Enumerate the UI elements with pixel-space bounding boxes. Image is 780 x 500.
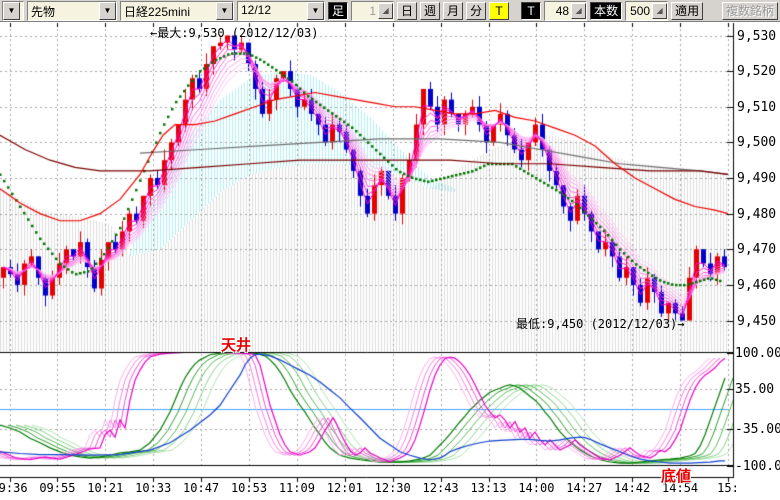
leftmost-combo-stub[interactable]: ▼: [2, 1, 24, 21]
time-axis-label: 15:: [706, 481, 750, 495]
time-axis-label: 12:01: [323, 481, 367, 495]
contract-month-select[interactable]: 12/12 ▼: [237, 1, 325, 21]
bar-count-value: 500: [626, 4, 652, 18]
time-axis-label: 14:00: [514, 481, 558, 495]
oscillator-axis-label: 35.00: [735, 382, 774, 397]
price-axis-label: 9,470: [737, 242, 776, 257]
chart-window: ▼ 先物 ▼ 日経225mini ▼ 12/12 ▼ 足 1 ◢ 日 週 月 分…: [0, 0, 780, 500]
bottom-annotation: 底値: [661, 465, 691, 486]
price-axis-label: 9,490: [737, 171, 776, 186]
price-axis-label: 9,450: [737, 314, 776, 329]
price-axis-label: 9,530: [737, 29, 776, 44]
time-axis-label: 12:30: [371, 481, 415, 495]
time-axis-label: 11:09: [275, 481, 319, 495]
time-axis-label: 10:21: [83, 481, 127, 495]
dropdown-arrow-icon[interactable]: ▼: [99, 2, 116, 20]
price-oscillator-chart-canvas[interactable]: [0, 0, 780, 500]
market-select-value: 先物: [28, 2, 99, 20]
price-axis-label: 9,480: [737, 207, 776, 222]
period-week-button[interactable]: 週: [420, 2, 440, 20]
price-axis-label: 9,520: [737, 64, 776, 79]
time-axis-label: 10:33: [131, 481, 175, 495]
dropdown-arrow-icon[interactable]: ▼: [216, 2, 233, 20]
market-select[interactable]: 先物 ▼: [27, 1, 117, 21]
multi-symbol-button[interactable]: 複数銘柄: [722, 2, 778, 20]
oscillator-axis-label: -100.00: [735, 459, 780, 474]
dropdown-arrow-icon[interactable]: ▼: [3, 2, 20, 20]
tick-mode-button[interactable]: T: [521, 2, 541, 20]
contract-month-value: 12/12: [238, 2, 307, 20]
period-month-button[interactable]: 月: [443, 2, 463, 20]
bar-count-label-button[interactable]: 本数: [590, 2, 622, 20]
bar-count-spinner[interactable]: 500 ◢: [625, 1, 668, 21]
symbol-select[interactable]: 日経225mini ▼: [120, 1, 234, 21]
time-axis-label: 10:53: [227, 481, 271, 495]
oscillator-axis-label: 100.00: [735, 346, 780, 361]
spinner-grip-icon[interactable]: ◢: [571, 3, 586, 19]
time-axis-label: 09:55: [35, 481, 79, 495]
time-axis-label: 14:42: [610, 481, 654, 495]
tick-count-value: 48: [545, 4, 571, 18]
oscillator-axis-label: -35.00: [735, 422, 780, 437]
time-axis-label: 14:27: [562, 481, 606, 495]
interval-spinner[interactable]: 1 ◢: [351, 1, 394, 21]
dropdown-arrow-icon[interactable]: ▼: [307, 2, 324, 20]
tick-toggle-button[interactable]: T: [489, 2, 509, 20]
time-axis-label: 09:36: [0, 481, 32, 495]
period-day-button[interactable]: 日: [397, 2, 417, 20]
time-axis-label: 12:43: [419, 481, 463, 495]
spinner-grip-icon[interactable]: ◢: [378, 3, 393, 19]
spinner-grip-icon[interactable]: ◢: [652, 3, 667, 19]
price-axis-label: 9,460: [737, 278, 776, 293]
tick-count-spinner[interactable]: 48 ◢: [544, 1, 587, 21]
max-price-annotation: ←最大:9,530 (2012/12/03): [150, 24, 319, 41]
time-axis-label: 10:47: [179, 481, 223, 495]
ashi-candle-type-button[interactable]: 足: [328, 2, 348, 20]
symbol-select-value: 日経225mini: [121, 2, 216, 20]
interval-value: 1: [352, 4, 378, 18]
ceiling-annotation: 天井: [221, 334, 251, 355]
period-minute-button[interactable]: 分: [466, 2, 486, 20]
toolbar: ▼ 先物 ▼ 日経225mini ▼ 12/12 ▼ 足 1 ◢ 日 週 月 分…: [0, 0, 780, 22]
time-axis-label: 13:13: [467, 481, 511, 495]
min-price-annotation: 最低:9,450 (2012/12/03)→: [516, 315, 685, 332]
apply-button[interactable]: 適用: [671, 2, 703, 20]
price-axis-label: 9,510: [737, 100, 776, 115]
price-axis-label: 9,500: [737, 135, 776, 150]
